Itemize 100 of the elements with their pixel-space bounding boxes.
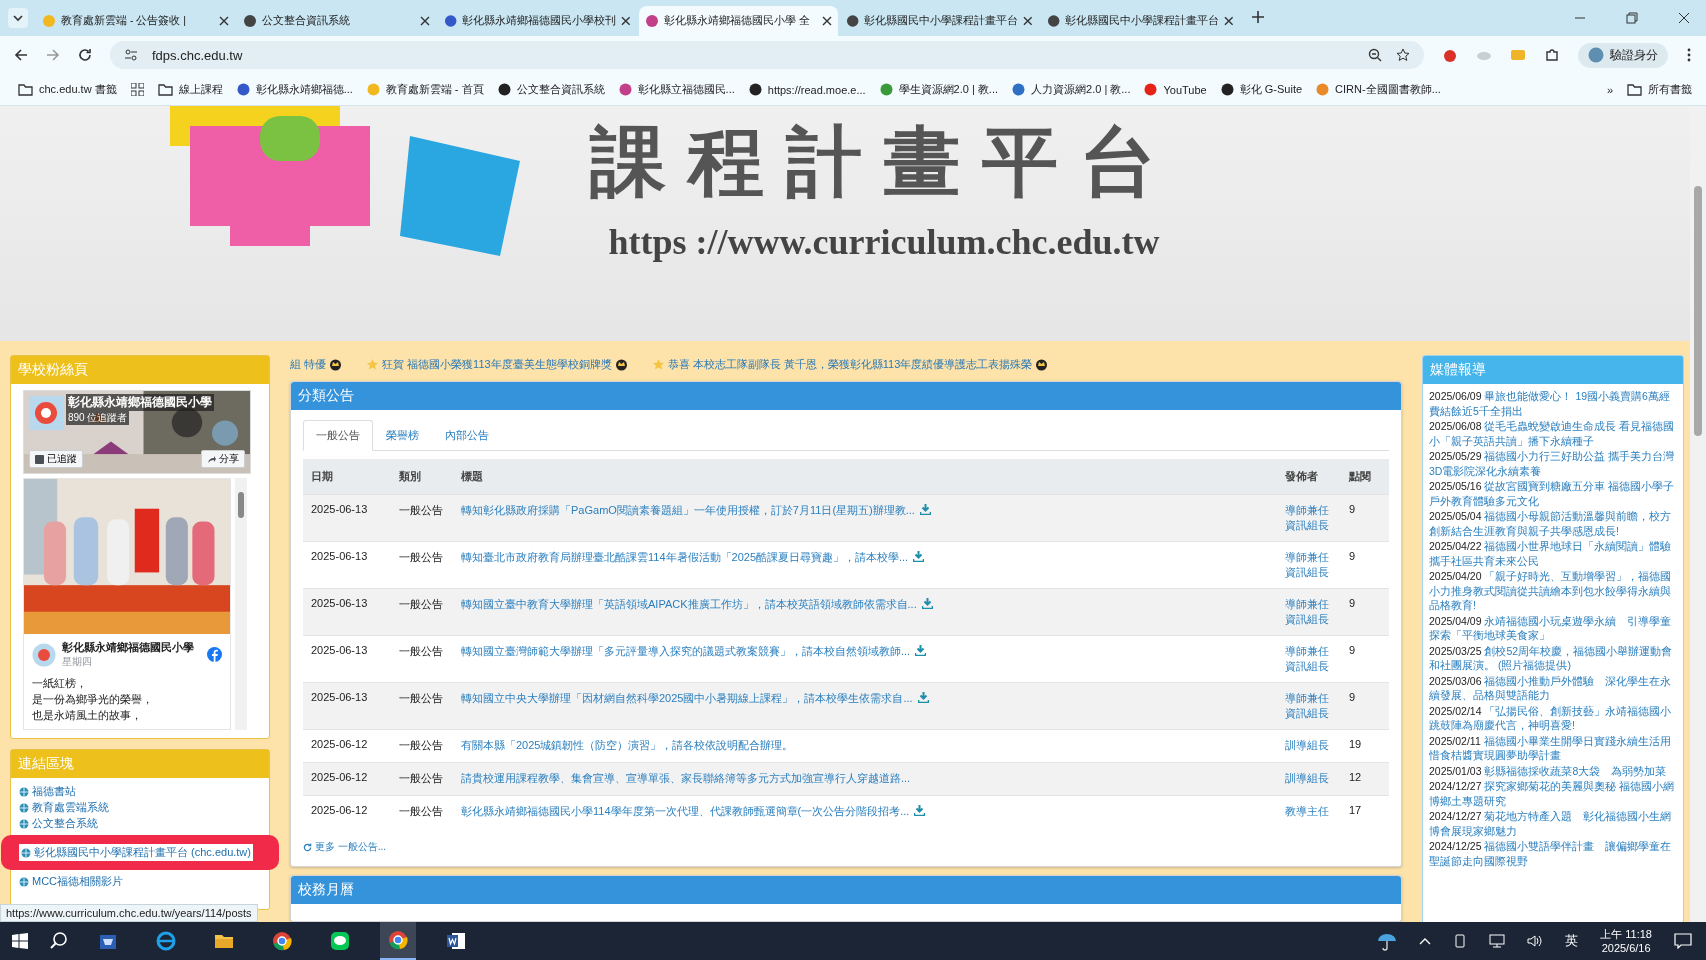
download-icon[interactable] — [914, 805, 926, 816]
bookmark[interactable]: 彰化縣永靖鄉福德... — [236, 82, 353, 97]
link[interactable]: 公文整合系統 — [19, 816, 261, 831]
zoom-icon[interactable] — [1368, 48, 1382, 62]
close-icon[interactable] — [1224, 16, 1234, 26]
publisher-link[interactable]: 導師兼任資訊組長 — [1284, 691, 1333, 721]
address-bar[interactable]: fdps.chc.edu.tw — [110, 41, 1424, 69]
restore-icon[interactable] — [1626, 12, 1638, 24]
link[interactable]: 福德書站 — [19, 784, 261, 799]
follow-button[interactable]: 已追蹤 — [29, 450, 83, 468]
news-item[interactable]: 2024/12/25 福德國小雙語學伴計畫 讓偏鄉學童在聖誕節走向國際視野 — [1429, 839, 1677, 868]
back-icon[interactable] — [14, 48, 28, 62]
announcement-link[interactable]: 彰化縣永靖鄉福德國民小學114學年度第一次代理、代課教師甄選簡章(一次公告分階段招考... — [461, 805, 910, 817]
browser-tab[interactable]: 公文整合資訊系統 — [237, 6, 436, 36]
download-icon[interactable] — [919, 504, 931, 515]
category-tab[interactable]: 內部公告 — [432, 420, 502, 451]
taskbar-app[interactable] — [380, 922, 416, 960]
bookmark[interactable]: 彰化 G-Suite — [1220, 82, 1303, 97]
scrollbar[interactable] — [1690, 106, 1706, 922]
news-item[interactable]: 2025/05/16 從故宮國寶到糖廠五分車 福德國小學子戶外教育體驗多元文化 — [1429, 479, 1677, 508]
share-button[interactable]: 分享 — [201, 450, 245, 468]
news-item[interactable]: 2025/04/20 「親子好時光、互動增學習」，福德國小力推身教式閱讀從共讀繪本到包水餃學得永續與品格教育! — [1429, 569, 1677, 613]
download-icon[interactable] — [913, 551, 925, 562]
apps-icon[interactable] — [130, 83, 144, 96]
browser-tab[interactable]: 彰化縣國民中小學課程計畫平台 — [840, 6, 1039, 36]
download-icon[interactable] — [917, 692, 929, 703]
news-item[interactable]: 2024/12/27 探究家鄉菊花的美麗與奧秘 福德國小網博鄉土專題研究 — [1429, 779, 1677, 808]
bookmark[interactable]: chc.edu.tw 書籤 — [18, 82, 117, 97]
announcement-link[interactable]: 轉知國立臺中教育大學辦理「英語領域AIPACK推廣工作坊」，請本校英語領域教師依需求自... — [461, 598, 917, 610]
announcement-link[interactable]: 轉知國立臺灣師範大學辦理「多元評量導入探究的議題式教案競賽」，請本校自然領域教師... — [461, 645, 911, 657]
news-item[interactable]: 2025/03/25 創校52周年校慶，福德國小舉辦運動會和社團展演。 (照片福德提供) — [1429, 643, 1677, 673]
tab-search-icon[interactable] — [8, 8, 28, 28]
link[interactable]: 教育處雲端系統 — [19, 800, 261, 815]
news-item[interactable]: 2025/04/09 永靖福德國小玩桌遊學永續 引導學童探索「平衡地球美食家」 — [1429, 613, 1677, 643]
forward-icon[interactable] — [46, 48, 60, 62]
publisher-link[interactable]: 導師兼任資訊組長 — [1284, 597, 1333, 627]
more-bookmarks-button[interactable]: » — [1606, 83, 1613, 96]
network-icon[interactable] — [1489, 934, 1506, 948]
announcement-link[interactable]: 轉知臺北市政府教育局辦理臺北酷課雲114年暑假活動「2025酷課夏日尋寶趣」，請本校學... — [461, 551, 909, 563]
download-icon[interactable] — [921, 598, 933, 609]
profile-button[interactable]: 驗證身分 — [1578, 42, 1668, 68]
bookmark[interactable]: 人力資源網2.0 | 教... — [1012, 82, 1131, 97]
news-item[interactable]: 2025/02/11 福德國小畢業生開學日實踐永續生活用惜食桔醬實現圓夢助學計畫 — [1429, 733, 1677, 763]
close-icon[interactable] — [219, 16, 229, 26]
news-ticker-item[interactable]: 恭喜 本校志工隊副隊長 黃千恩，榮獲彰化縣113年度績優導護志工表揚殊榮 — [651, 356, 1049, 372]
news-item[interactable]: 2025/01/03 彰縣福德採收蔬菜8大袋 為弱勢加菜 — [1429, 763, 1677, 778]
puzzle-icon[interactable] — [1544, 47, 1560, 63]
news-item[interactable]: 2025/06/09 畢旅也能做愛心！ 19國小義賣購6萬經費結餘近5千全捐出 — [1429, 389, 1677, 418]
browser-tab[interactable]: 教育處新雲端 - 公告簽收 | — [36, 6, 235, 36]
bookmark[interactable]: YouTube — [1144, 83, 1207, 96]
bookmark[interactable]: 學生資源網2.0 | 教... — [879, 82, 999, 97]
bookmark[interactable]: CIRN-全國圖書教師... — [1316, 82, 1441, 97]
browser-tab[interactable]: 彰化縣國民中小學課程計畫平台 — [1041, 6, 1240, 36]
news-item[interactable]: 2025/06/08 從毛毛蟲蛻變啟迪生命成長 看見福德國小「親子英語共讀」播下永續種子 — [1429, 419, 1677, 448]
site-info-icon[interactable] — [124, 48, 138, 62]
page-name[interactable]: 彰化縣永靖鄉福德國民小學 — [66, 394, 214, 411]
reload-icon[interactable] — [78, 48, 92, 62]
publisher-link[interactable]: 教導主任 — [1284, 804, 1333, 819]
input-method-indicator[interactable]: 英 — [1565, 932, 1579, 950]
all-bookmarks-button[interactable]: 所有書籤 — [1627, 82, 1692, 97]
news-item[interactable]: 2025/02/14 「弘揚民俗、創新技藝」永靖福德國小跳鼓陣為廟慶代言，神明喜愛! — [1429, 703, 1677, 733]
announcement-link[interactable]: 轉知彰化縣政府採購「PaGamO閱讀素養題組」一年使用授權，訂於7月11日(星期五)辦理教... — [461, 504, 915, 516]
menu-icon[interactable] — [1686, 47, 1692, 63]
browser-tab[interactable]: 彰化縣永靖鄉福德國民小學 全 — [639, 6, 838, 36]
news-item[interactable]: 2024/12/27 菊花地方特產入題 彰化福德國小生網博會展現家鄉魅力 — [1429, 809, 1677, 838]
device-icon[interactable] — [1453, 934, 1468, 948]
notification-icon[interactable] — [1674, 933, 1692, 949]
windows-start-icon[interactable] — [12, 933, 28, 949]
link[interactable]: MCC福德相關影片 — [19, 874, 261, 889]
announcement-link[interactable]: 請貴校運用課程教學、集會宣導、宣導單張、家長聯絡簿等多元方式加強宣導行人穿越道路... — [461, 772, 911, 784]
browser-tab[interactable]: 彰化縣永靖鄉福德國民小學校刊 — [438, 6, 637, 36]
publisher-link[interactable]: 訓導組長 — [1284, 771, 1333, 786]
close-icon[interactable] — [822, 16, 832, 26]
search-icon[interactable] — [50, 932, 68, 950]
news-ticker-item[interactable]: 組 特優 — [290, 356, 343, 372]
announcement-link[interactable]: 有關本縣「2025城鎮韌性（防空）演習」，請各校依說明配合辦理。 — [461, 739, 794, 751]
category-tab[interactable]: 一般公告 — [303, 420, 373, 451]
download-icon[interactable] — [915, 645, 927, 656]
news-item[interactable]: 2025/04/22 福德國小世界地球日「永續閱讀」體驗攜手社區共育未來公民 — [1429, 539, 1677, 568]
bookmark[interactable]: 線上課程 — [157, 82, 223, 97]
bookmark[interactable]: 公文整合資訊系統 — [497, 82, 605, 97]
close-icon[interactable] — [1678, 12, 1690, 24]
speaker-icon[interactable] — [1527, 934, 1544, 948]
bookmark[interactable]: 教育處新雲端 - 首頁 — [366, 82, 484, 97]
star-icon[interactable] — [1396, 48, 1410, 62]
news-item[interactable]: 2025/03/06 福德國小推動戶外體驗 深化學生在永續發展、品格與雙語能力 — [1429, 673, 1677, 703]
link[interactable]: 彰化縣國民中小學課程計畫平台 (chc.edu.tw) — [19, 844, 253, 861]
extension-icon[interactable] — [1442, 47, 1458, 63]
umbrella-icon[interactable] — [1377, 931, 1398, 951]
bookmark[interactable]: 彰化縣立福德國民... — [618, 82, 735, 97]
close-icon[interactable] — [420, 16, 430, 26]
scrollbar[interactable] — [235, 478, 247, 730]
news-item[interactable]: 2025/05/04 福德國小母親節活動溫馨與前瞻，校方創新結合生涯教育與親子共學感恩成長! — [1429, 509, 1677, 538]
publisher-link[interactable]: 導師兼任資訊組長 — [1284, 503, 1333, 533]
news-ticker-item[interactable]: 狂賀 福德國小榮獲113年度臺美生態學校銅牌獎 — [366, 356, 628, 372]
publisher-link[interactable]: 訓導組長 — [1284, 738, 1333, 753]
chevron-up-icon[interactable] — [1419, 937, 1432, 945]
close-icon[interactable] — [621, 16, 631, 26]
announcement-link[interactable]: 轉知國立中央大學辦理「因材網自然科學2025國中小暑期線上課程」，請本校學生依需求自... — [461, 692, 913, 704]
category-tab[interactable]: 榮譽榜 — [373, 420, 432, 451]
